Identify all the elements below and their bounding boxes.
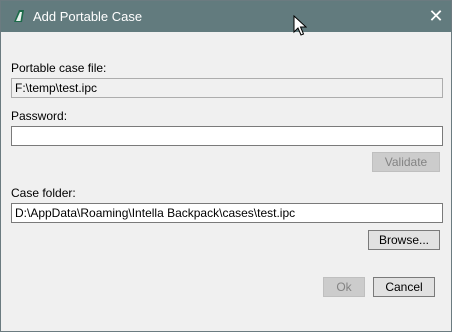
password-label: Password: [11, 109, 68, 123]
intella-app-icon [14, 10, 24, 22]
portable-case-file-label: Portable case file: [11, 61, 107, 75]
mouse-cursor-icon [293, 15, 307, 36]
window-title: Add Portable Case [33, 9, 143, 24]
cancel-button[interactable]: Cancel [373, 277, 435, 297]
close-icon[interactable]: ✕ [421, 1, 451, 32]
password-field[interactable] [11, 126, 443, 146]
portable-case-file-field: F:\temp\test.ipc [11, 78, 443, 98]
title-bar[interactable]: Add Portable Case ✕ [1, 1, 451, 32]
browse-button[interactable]: Browse... [368, 230, 440, 250]
case-folder-label: Case folder: [11, 186, 76, 200]
validate-button[interactable]: Validate [372, 152, 440, 172]
case-folder-field[interactable]: D:\AppData\Roaming\Intella Backpack\case… [11, 203, 443, 223]
ok-button[interactable]: Ok [323, 277, 365, 297]
add-portable-case-dialog: Add Portable Case ✕ Portable case file: … [0, 0, 452, 332]
